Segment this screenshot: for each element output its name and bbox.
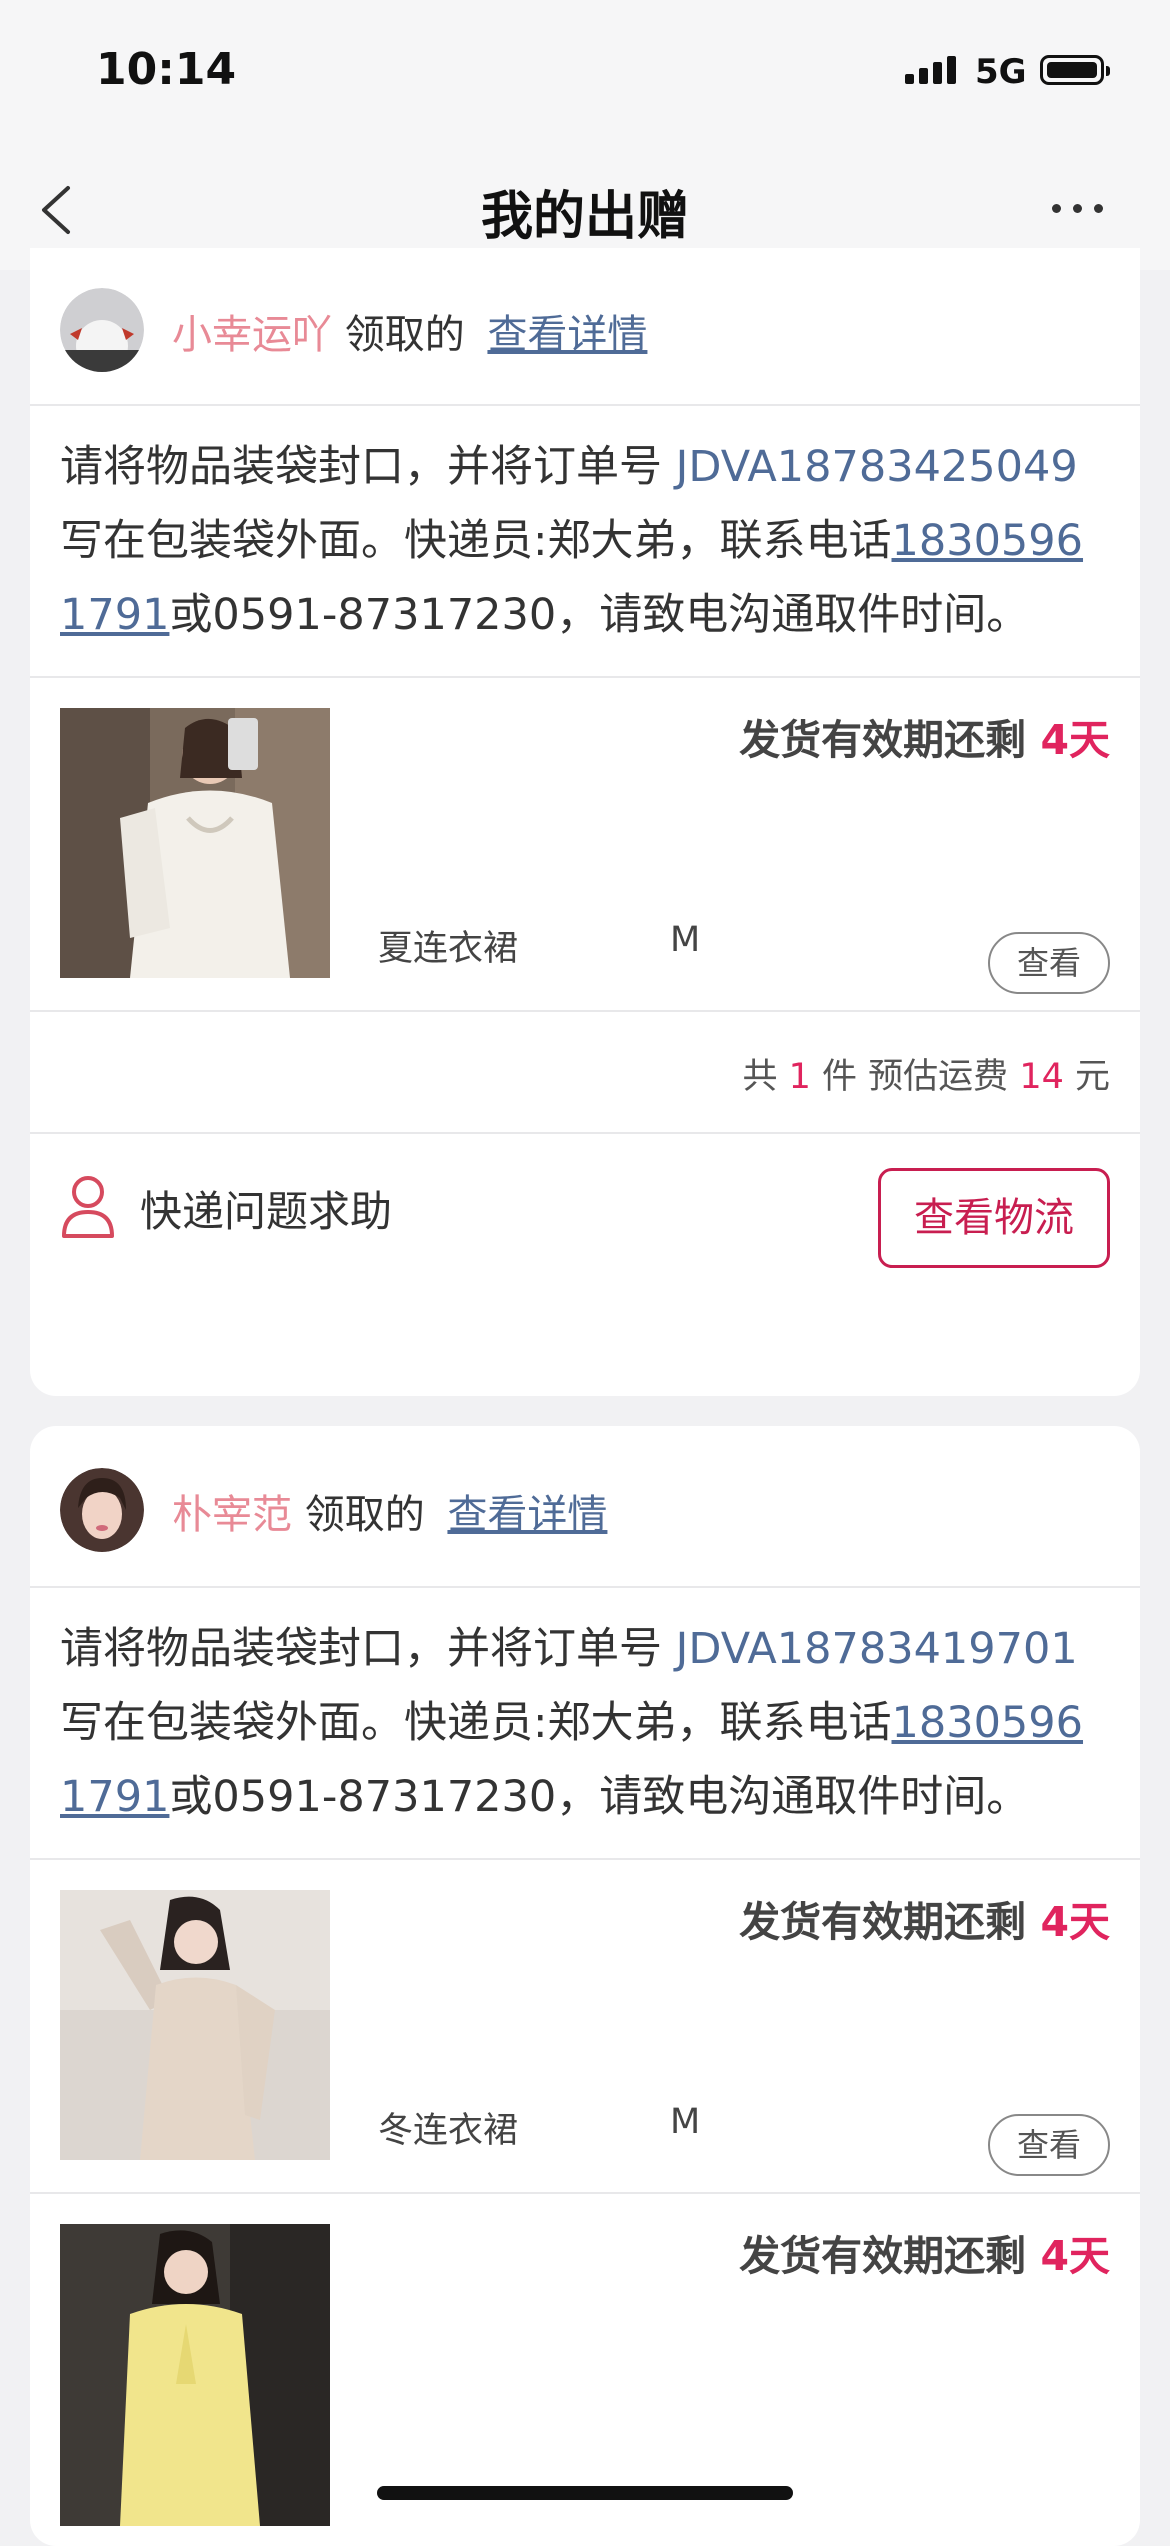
recipient-name[interactable]: 朴宰范 <box>172 1492 292 1538</box>
shipping-deadline: 发货有效期还剩 4天 <box>739 1888 1110 1948</box>
instructions-text: 或0591-87317230，请致电沟通取件时间。 <box>169 590 1030 640</box>
instructions-text: 或0591-87317230，请致电沟通取件时间。 <box>169 1772 1030 1822</box>
card-header-text: 小幸运吖 领取的 查看详情 <box>172 302 647 360</box>
shipping-deadline: 发货有效期还剩 4天 <box>739 2222 1110 2282</box>
received-label: 领取的 <box>344 312 465 358</box>
card-header: 小幸运吖 领取的 查看详情 <box>30 248 1140 406</box>
item-thumbnail[interactable] <box>60 708 330 978</box>
status-time: 10:14 <box>96 44 237 95</box>
instructions-text: 写在包装袋外面。快递员:郑大弟，联系电话 <box>60 1698 892 1748</box>
view-item-button[interactable]: 查看 <box>988 932 1110 994</box>
order-number: JDVA18783425049 <box>675 442 1078 492</box>
days-remaining: 4天 <box>1040 1898 1110 1946</box>
card-header-text: 朴宰范 领取的 查看详情 <box>172 1482 607 1540</box>
item-name: 冬连衣裙 <box>378 2111 519 2151</box>
instructions-text: 写在包装袋外面。快递员:郑大弟，联系电话 <box>60 516 892 566</box>
received-label: 领取的 <box>304 1492 425 1538</box>
days-remaining: 4天 <box>1040 716 1110 764</box>
shipping-instructions: 请将物品装袋封口，并将订单号 JDVA18783425049 写在包装袋外面。快… <box>30 406 1140 678</box>
days-remaining: 4天 <box>1040 2232 1110 2280</box>
deadline-label: 发货有效期还剩 <box>739 2232 1041 2280</box>
home-indicator[interactable] <box>377 2486 793 2500</box>
summary-part: 件 预估运费 <box>810 1057 1020 1097</box>
shipping-deadline: 发货有效期还剩 4天 <box>739 706 1110 766</box>
shipping-fee: 14 <box>1019 1057 1064 1097</box>
gift-item: 发货有效期还剩 4天 冬连衣裙 M 查看 <box>30 1860 1140 2194</box>
track-shipment-button[interactable]: 查看物流 <box>878 1168 1110 1268</box>
order-number: JDVA18783419701 <box>675 1624 1078 1674</box>
recipient-name[interactable]: 小幸运吖 <box>172 312 332 358</box>
gift-item: 发货有效期还剩 4天 夏连衣裙 M 查看 <box>30 678 1140 1012</box>
gift-item: 发货有效期还剩 4天 <box>30 2194 1140 2526</box>
cellular-signal-icon <box>905 56 956 84</box>
order-summary: 共 1 件 预估运费 14 元 <box>30 1012 1140 1134</box>
summary-part: 共 <box>742 1057 789 1097</box>
avatar[interactable] <box>60 1468 144 1552</box>
network-type: 5G <box>975 52 1027 92</box>
instructions-text: 请将物品装袋封口，并将订单号 <box>60 1624 676 1674</box>
item-thumbnail[interactable] <box>60 1890 330 2160</box>
card-header: 朴宰范 领取的 查看详情 <box>30 1426 1140 1588</box>
item-size: M <box>670 920 701 960</box>
status-bar: 10:14 5G <box>0 0 1170 150</box>
view-item-button[interactable]: 查看 <box>988 2114 1110 2176</box>
courier-help-link[interactable]: 快递问题求助 <box>140 1178 392 1239</box>
view-details-link[interactable]: 查看详情 <box>487 312 647 358</box>
item-thumbnail[interactable] <box>60 2224 330 2526</box>
avatar[interactable] <box>60 288 144 372</box>
item-size: M <box>670 2102 701 2142</box>
gift-card: 小幸运吖 领取的 查看详情 请将物品装袋封口，并将订单号 JDVA1878342… <box>30 248 1140 1396</box>
gift-card: 朴宰范 领取的 查看详情 请将物品装袋封口，并将订单号 JDVA18783419… <box>30 1426 1140 2546</box>
instructions-text: 请将物品装袋封口，并将订单号 <box>60 442 676 492</box>
card-footer: 快递问题求助 查看物流 <box>30 1134 1140 1304</box>
person-icon[interactable] <box>60 1174 116 1238</box>
page-title: 我的出赠 <box>480 187 689 247</box>
summary-part: 元 <box>1063 1057 1110 1097</box>
shipping-instructions: 请将物品装袋封口，并将订单号 JDVA18783419701 写在包装袋外面。快… <box>30 1588 1140 1860</box>
battery-icon <box>1040 55 1110 85</box>
item-name: 夏连衣裙 <box>378 929 519 969</box>
view-details-link[interactable]: 查看详情 <box>447 1492 607 1538</box>
item-count: 1 <box>788 1057 811 1097</box>
more-options-icon[interactable] <box>1052 204 1103 213</box>
summary-text: 共 1 件 预估运费 14 元 <box>743 1048 1111 1099</box>
deadline-label: 发货有效期还剩 <box>739 1898 1041 1946</box>
deadline-label: 发货有效期还剩 <box>739 716 1041 764</box>
